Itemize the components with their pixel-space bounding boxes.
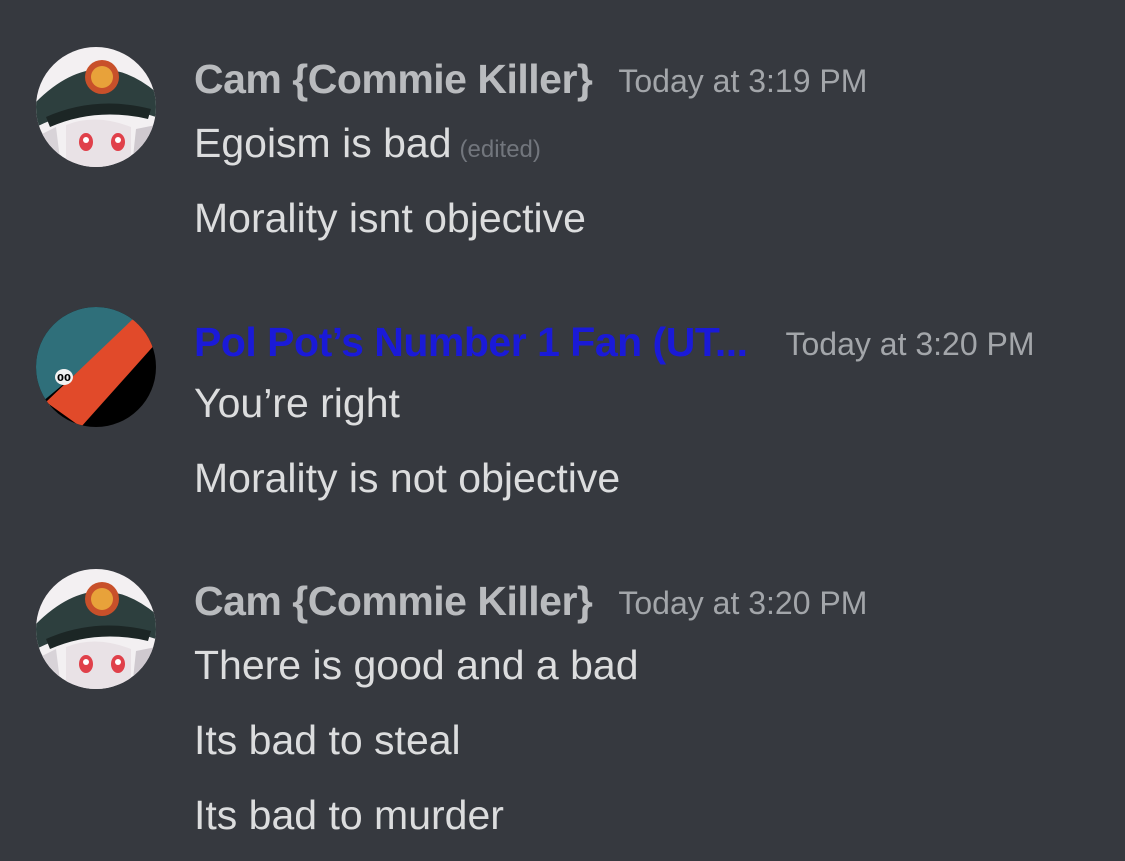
message-header: Cam {Commie Killer} Today at 3:20 PM <box>194 571 867 631</box>
message-text: Egoism is bad <box>194 120 452 166</box>
message-line: Egoism is bad (edited) <box>194 123 541 164</box>
message-text: You’re right <box>194 380 400 426</box>
message-text: There is good and a bad <box>194 642 639 688</box>
timestamp[interactable]: Today at 3:19 PM <box>618 63 867 100</box>
message-header: Pol Pot’s Number 1 Fan (UT... Today at 3… <box>194 312 1035 372</box>
timestamp[interactable]: Today at 3:20 PM <box>618 585 867 622</box>
avatar-anime-officer-icon[interactable] <box>36 47 156 167</box>
username[interactable]: Cam {Commie Killer} <box>194 578 593 625</box>
username[interactable]: Pol Pot’s Number 1 Fan (UT... <box>194 319 748 366</box>
message-line: Morality isnt objective <box>194 198 586 239</box>
message-text: Its bad to steal <box>194 717 461 763</box>
message-text: Morality is not objective <box>194 455 621 501</box>
username[interactable]: Cam {Commie Killer} <box>194 56 593 103</box>
timestamp[interactable]: Today at 3:20 PM <box>786 326 1035 363</box>
message-group: 00 Pol Pot’s Number 1 Fan (UT... Today a… <box>0 307 1125 507</box>
message-text: Morality isnt objective <box>194 195 586 241</box>
message-line: Morality is not objective <box>194 458 620 499</box>
message-group: Cam {Commie Killer} Today at 3:20 PM The… <box>0 569 1125 849</box>
message-line: There is good and a bad <box>194 645 639 686</box>
avatar-red-teal-flag-icon[interactable]: 00 <box>36 307 156 427</box>
avatar-anime-officer-icon[interactable] <box>36 569 156 689</box>
edited-tag: (edited) <box>459 136 541 163</box>
message-line: Its bad to murder <box>194 795 504 836</box>
message-line: You’re right <box>194 383 400 424</box>
svg-text:00: 00 <box>57 373 71 384</box>
message-header: Cam {Commie Killer} Today at 3:19 PM <box>194 49 867 109</box>
message-text: Its bad to murder <box>194 792 504 838</box>
message-line: Its bad to steal <box>194 720 461 761</box>
message-group: Cam {Commie Killer} Today at 3:19 PM Ego… <box>0 47 1125 247</box>
